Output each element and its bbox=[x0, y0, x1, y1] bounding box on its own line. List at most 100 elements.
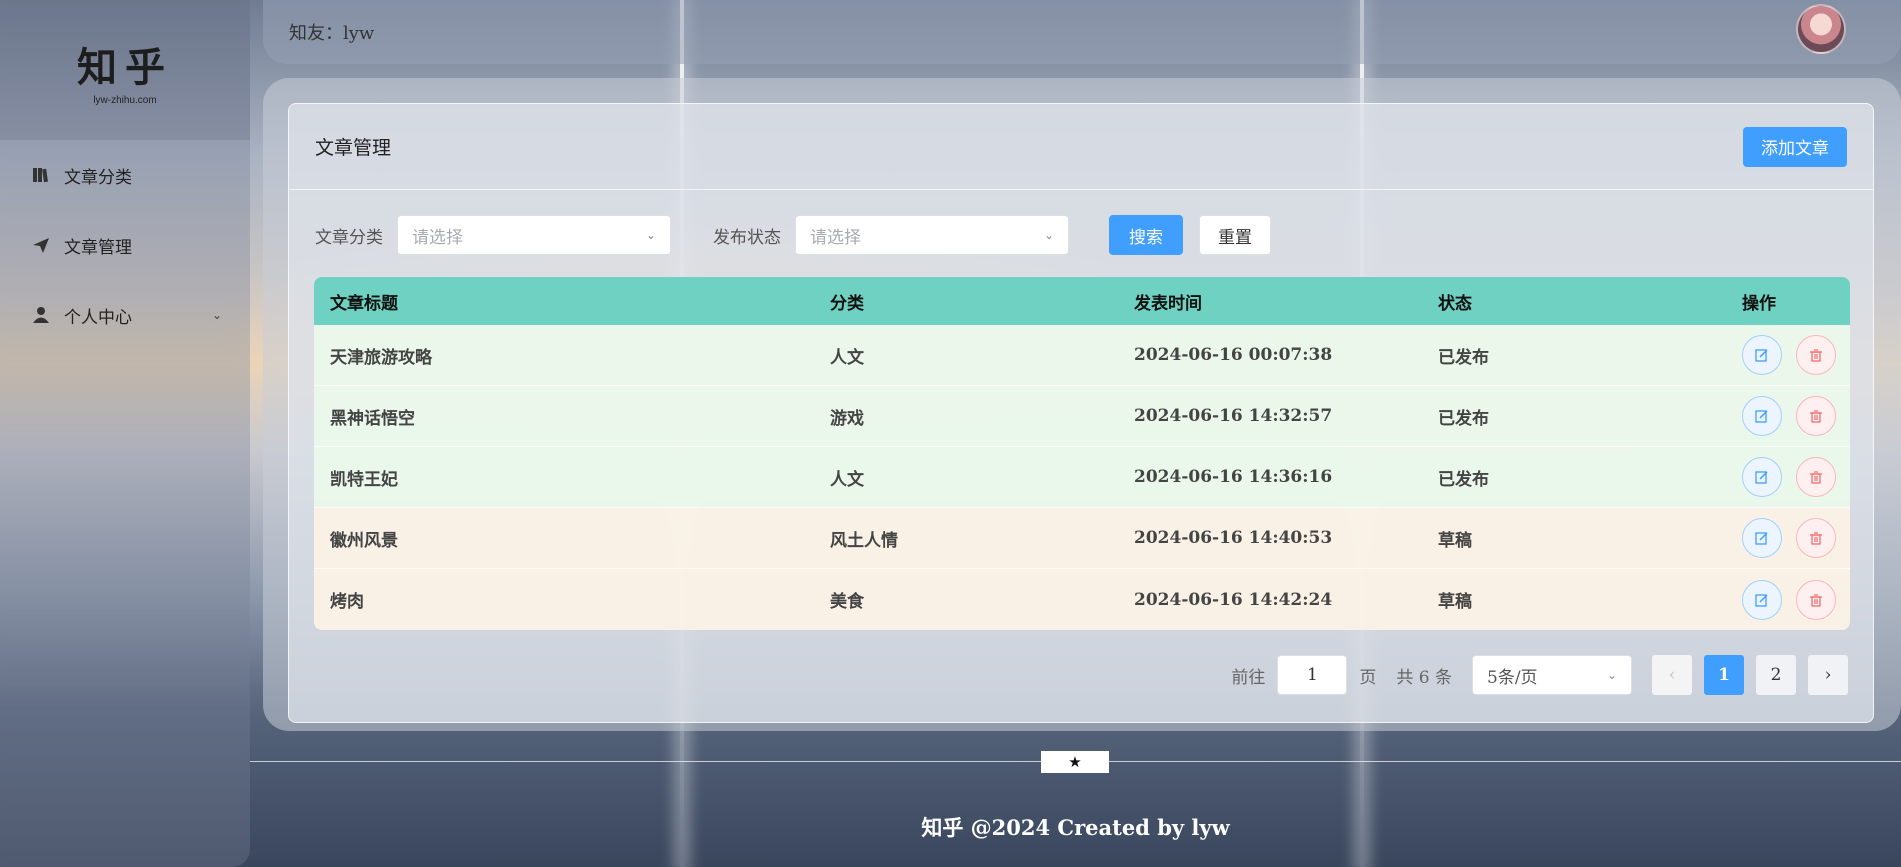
cell-time: 2024-06-16 14:40:53 bbox=[1134, 528, 1333, 548]
cell-title: 凯特王妃 bbox=[330, 469, 398, 490]
cell-category: 人文 bbox=[830, 347, 864, 368]
page-size-select[interactable]: 5条/页 ⌄ bbox=[1472, 655, 1632, 695]
total-count: 共 6 条 bbox=[1396, 667, 1452, 688]
category-select-placeholder: 请选择 bbox=[412, 227, 463, 248]
edit-button[interactable] bbox=[1742, 579, 1782, 620]
footer-text: 知乎 @2024 Created by lyw bbox=[921, 815, 1230, 840]
table-row: 徽州风景 风土人情 2024-06-16 14:40:53 草稿 bbox=[314, 508, 1850, 569]
cell-actions bbox=[1726, 518, 1850, 558]
goto-page-input[interactable]: 1 bbox=[1277, 655, 1348, 695]
category-filter-label: 文章分类 bbox=[315, 227, 383, 248]
edit-button[interactable] bbox=[1742, 457, 1782, 497]
trash-icon bbox=[1810, 410, 1822, 423]
panel-header: 文章管理 添加文章 bbox=[289, 104, 1873, 190]
top-header: 知友：lyw bbox=[263, 0, 1901, 64]
edit-button[interactable] bbox=[1742, 518, 1782, 558]
sidebar-item-personal-center[interactable]: 个人中心 ⌄ bbox=[0, 280, 250, 350]
article-panel: 文章管理 添加文章 文章分类 请选择 ⌄ 发布状态 请选择 ⌄ 搜索 重置 文章… bbox=[288, 103, 1874, 723]
table-row: 黑神话悟空 游戏 2024-06-16 14:32:57 已发布 bbox=[314, 386, 1850, 447]
paper-plane-icon bbox=[30, 234, 52, 256]
cell-status: 草稿 bbox=[1438, 592, 1472, 612]
sidebar-item-label: 文章分类 bbox=[64, 167, 132, 188]
table-header: 文章标题 分类 发表时间 状态 操作 bbox=[314, 277, 1850, 325]
cell-title: 徽州风景 bbox=[330, 530, 398, 551]
edit-icon bbox=[1755, 349, 1768, 362]
page-size-value: 5条/页 bbox=[1487, 667, 1538, 688]
cell-status: 已发布 bbox=[1438, 469, 1489, 490]
cell-category: 人文 bbox=[830, 469, 864, 490]
cell-category: 游戏 bbox=[830, 408, 864, 429]
edit-icon bbox=[1755, 410, 1768, 423]
column-header-actions: 操作 bbox=[1742, 293, 1776, 314]
sidebar: 知乎 lyw-zhihu.com 文章分类 文章管理 个人中心 ⌄ bbox=[0, 0, 250, 867]
cell-time: 2024-06-16 14:42:24 bbox=[1134, 589, 1333, 610]
column-header-time: 发表时间 bbox=[1134, 293, 1202, 314]
cell-category: 风土人情 bbox=[830, 530, 898, 551]
prev-page-button[interactable]: ‹ bbox=[1652, 655, 1692, 695]
table-row: 天津旅游攻略 人文 2024-06-16 00:07:38 已发布 bbox=[314, 325, 1850, 386]
trash-icon bbox=[1810, 532, 1822, 545]
goto-prefix: 前往 bbox=[1231, 667, 1266, 688]
sidebar-item-label: 个人中心 bbox=[64, 307, 132, 328]
cell-title: 烤肉 bbox=[330, 592, 364, 612]
logo: 知乎 lyw-zhihu.com bbox=[0, 0, 250, 140]
chevron-down-icon: ⌄ bbox=[1606, 668, 1617, 682]
page-button-1[interactable]: 1 bbox=[1704, 655, 1744, 695]
delete-button[interactable] bbox=[1796, 579, 1836, 620]
trash-icon bbox=[1810, 471, 1822, 484]
table-row: 烤肉 美食 2024-06-16 14:42:24 草稿 bbox=[314, 569, 1850, 630]
edit-icon bbox=[1755, 593, 1768, 607]
table-row: 凯特王妃 人文 2024-06-16 14:36:16 已发布 bbox=[314, 447, 1850, 508]
cell-time: 2024-06-16 14:36:16 bbox=[1134, 467, 1333, 487]
edit-button[interactable] bbox=[1742, 396, 1782, 436]
delete-button[interactable] bbox=[1796, 457, 1836, 497]
cell-status: 已发布 bbox=[1438, 408, 1489, 429]
star-icon: ★ bbox=[1041, 751, 1109, 773]
edit-icon bbox=[1755, 471, 1768, 484]
article-table: 文章标题 分类 发表时间 状态 操作 天津旅游攻略 人文 2024-06-16 … bbox=[314, 277, 1850, 630]
status-select[interactable]: 请选择 ⌄ bbox=[795, 215, 1069, 255]
category-select[interactable]: 请选择 ⌄ bbox=[397, 215, 671, 255]
search-button[interactable]: 搜索 bbox=[1109, 215, 1183, 255]
page-button-2[interactable]: 2 bbox=[1756, 655, 1796, 695]
logo-subtitle: lyw-zhihu.com bbox=[93, 94, 157, 106]
trash-icon bbox=[1810, 593, 1822, 607]
cell-status: 草稿 bbox=[1438, 530, 1472, 551]
cell-actions bbox=[1726, 335, 1850, 375]
sidebar-item-label: 文章管理 bbox=[64, 237, 132, 258]
cell-status: 已发布 bbox=[1438, 347, 1489, 368]
cell-actions bbox=[1726, 457, 1850, 497]
next-page-button[interactable]: › bbox=[1808, 655, 1848, 695]
sidebar-item-article-manage[interactable]: 文章管理 bbox=[0, 210, 250, 280]
cell-category: 美食 bbox=[830, 592, 864, 612]
user-icon bbox=[30, 304, 52, 326]
cell-title: 天津旅游攻略 bbox=[330, 347, 432, 368]
filter-bar: 文章分类 请选择 ⌄ 发布状态 请选择 ⌄ 搜索 重置 bbox=[289, 190, 1873, 280]
add-article-button[interactable]: 添加文章 bbox=[1743, 126, 1847, 167]
page-title: 文章管理 bbox=[315, 137, 392, 159]
sidebar-item-article-category[interactable]: 文章分类 bbox=[0, 140, 250, 210]
reset-button[interactable]: 重置 bbox=[1199, 215, 1271, 255]
chevron-down-icon[interactable]: ⌄ bbox=[212, 308, 222, 322]
pagination: 前往 1 页 共 6 条 5条/页 ⌄ ‹ 1 2 › bbox=[1231, 655, 1848, 695]
chevron-down-icon: ⌄ bbox=[645, 228, 656, 242]
delete-button[interactable] bbox=[1796, 396, 1836, 436]
cell-time: 2024-06-16 00:07:38 bbox=[1134, 345, 1333, 365]
goto-suffix: 页 bbox=[1359, 667, 1377, 688]
logo-title: 知乎 bbox=[77, 43, 173, 91]
trash-icon bbox=[1810, 349, 1822, 362]
book-icon bbox=[30, 164, 52, 186]
status-select-placeholder: 请选择 bbox=[810, 227, 861, 248]
delete-button[interactable] bbox=[1796, 335, 1836, 375]
user-greeting: 知友：lyw bbox=[289, 23, 375, 44]
delete-button[interactable] bbox=[1796, 518, 1836, 558]
column-header-status: 状态 bbox=[1438, 293, 1472, 314]
cell-actions bbox=[1726, 579, 1850, 620]
edit-button[interactable] bbox=[1742, 335, 1782, 375]
cell-time: 2024-06-16 14:32:57 bbox=[1134, 406, 1333, 426]
avatar[interactable] bbox=[1796, 4, 1846, 54]
cell-title: 黑神话悟空 bbox=[330, 408, 415, 429]
status-filter-label: 发布状态 bbox=[713, 227, 781, 248]
cell-actions bbox=[1726, 396, 1850, 436]
chevron-down-icon: ⌄ bbox=[1043, 228, 1054, 242]
